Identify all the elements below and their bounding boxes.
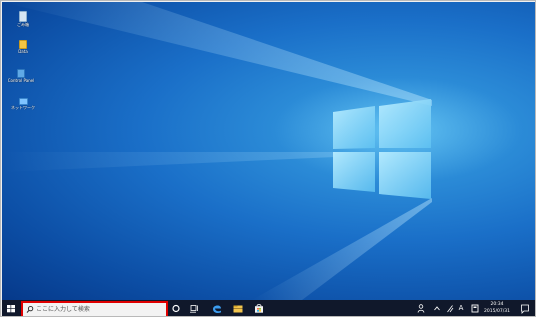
- store-button[interactable]: [252, 300, 266, 317]
- light-beam-bottom: [252, 198, 432, 300]
- windows-start-icon: [7, 305, 15, 313]
- desktop-icon-control-panel[interactable]: Control Panel: [4, 69, 38, 83]
- folder-icon: [233, 305, 243, 313]
- desktop-icon-data-folder[interactable]: Data: [6, 40, 40, 54]
- network-icon: [18, 98, 28, 105]
- notification-icon: [521, 304, 529, 314]
- logo-pane-bottom-right: [379, 152, 431, 199]
- person-icon: [417, 304, 425, 313]
- action-center-button[interactable]: [519, 300, 531, 317]
- desktop-icon-label: ごみ箱: [17, 22, 29, 27]
- edge-icon: [213, 305, 221, 314]
- clock-date: 2015/07/31: [484, 309, 510, 314]
- input-indicator-button[interactable]: A: [456, 300, 466, 316]
- chevron-up-icon: [434, 306, 440, 311]
- show-hidden-icons-button[interactable]: [432, 300, 442, 317]
- pen-icon: [447, 305, 454, 313]
- ime-pad-icon: [471, 304, 479, 313]
- windows-logo-icon: [333, 99, 431, 199]
- cortana-circle-icon: [172, 304, 180, 313]
- windows-desktop-screenshot: ごみ箱 Data Control Panel ネットワーク A ここに入力して検…: [0, 0, 536, 317]
- input-mode-label: A: [458, 304, 464, 312]
- desktop-wallpaper: ごみ箱 Data Control Panel ネットワーク: [2, 2, 535, 300]
- clock-time: 20:34: [490, 302, 504, 307]
- tray-pen-button[interactable]: [445, 300, 455, 317]
- control-panel-icon: [17, 69, 25, 78]
- logo-pane-bottom-left: [333, 152, 375, 192]
- desktop-icon-network[interactable]: ネットワーク: [6, 98, 40, 110]
- search-icon: [26, 305, 34, 313]
- light-beam-middle: [2, 152, 335, 172]
- task-view-button[interactable]: [188, 300, 200, 317]
- desktop-icon-label: Data: [18, 49, 28, 54]
- start-button[interactable]: [5, 300, 17, 317]
- desktop-icon-label: Control Panel: [7, 78, 35, 83]
- recycle-bin-icon: [19, 11, 27, 22]
- cortana-button[interactable]: [170, 300, 182, 317]
- logo-pane-top-left: [333, 106, 375, 149]
- folder-icon: [19, 40, 27, 49]
- desktop-icon-recycle-bin[interactable]: ごみ箱: [6, 11, 40, 27]
- edge-browser-button[interactable]: [210, 300, 224, 317]
- windows-logo-light-beams: [2, 2, 432, 300]
- light-beam-top: [2, 2, 432, 106]
- search-placeholder: ここに入力して検索: [36, 306, 90, 313]
- taskbar-search-box[interactable]: ここに入力して検索: [21, 301, 168, 316]
- file-explorer-button[interactable]: [231, 300, 245, 317]
- store-bag-icon: [255, 304, 263, 313]
- tray-people-button[interactable]: [416, 300, 426, 317]
- tray-app-button[interactable]: [470, 300, 480, 317]
- logo-pane-top-right: [379, 99, 431, 148]
- desktop-icon-label: ネットワーク: [11, 105, 35, 110]
- task-view-icon: [190, 305, 198, 313]
- taskbar-clock[interactable]: 20:34 2015/07/31: [482, 301, 512, 315]
